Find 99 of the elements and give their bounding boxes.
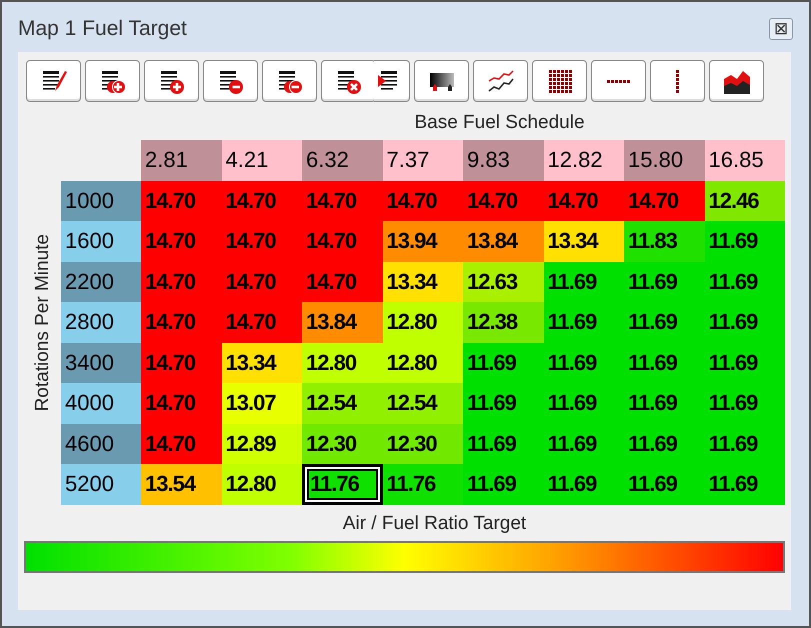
table-cell[interactable]: 14.70 (222, 221, 302, 262)
row-header: 2800 (61, 302, 141, 342)
axis-label: Air / Fuel Ratio Target (342, 512, 528, 534)
table-cell[interactable]: 11.69 (624, 424, 704, 464)
table-cell[interactable]: 11.76 (382, 464, 463, 504)
table-cell[interactable]: 11.69 (704, 424, 785, 464)
table-cell[interactable]: 11.69 (544, 262, 624, 302)
row-header: 2200 (61, 262, 141, 302)
table-cell[interactable]: 14.70 (222, 262, 302, 302)
table-cell[interactable]: 11.69 (544, 302, 624, 342)
toolbar-button[interactable] (414, 60, 469, 102)
row-header: 3400 (61, 342, 141, 383)
table-cell[interactable]: 14.70 (463, 180, 544, 221)
row-header: 1600 (61, 221, 141, 262)
dotted-column-icon (676, 70, 679, 92)
table-cell[interactable]: 14.70 (141, 302, 222, 342)
row-header: 5200 (61, 464, 141, 504)
table-cell[interactable]: 12.30 (382, 424, 463, 464)
table-cell[interactable]: 14.70 (141, 262, 222, 302)
close-button[interactable]: ⊠ (769, 18, 793, 40)
table-cell[interactable]: 14.70 (382, 180, 463, 221)
table-cell[interactable]: 12.54 (382, 383, 463, 424)
table-cell[interactable]: 11.69 (544, 342, 624, 383)
table-cell[interactable]: 13.84 (302, 302, 382, 342)
column-header: 9.83 (463, 140, 544, 180)
column-header: 4.21 (222, 140, 302, 180)
table-cell[interactable]: 11.69 (544, 383, 624, 424)
table-cell[interactable]: 14.70 (141, 180, 222, 221)
table-cell[interactable]: 11.69 (544, 464, 624, 504)
table-cell[interactable]: 12.80 (382, 302, 463, 342)
table-cell[interactable]: 11.69 (704, 383, 785, 424)
table-cell[interactable]: 14.70 (141, 383, 222, 424)
column-header: 6.32 (302, 140, 382, 180)
table-cell[interactable]: 12.54 (302, 383, 382, 424)
table-cell[interactable]: 13.84 (463, 221, 544, 262)
table-cell[interactable]: 14.70 (302, 221, 382, 262)
dotted-row-icon (607, 80, 630, 82)
table-cell[interactable]: 12.46 (704, 180, 785, 221)
toolbar-button[interactable] (262, 60, 317, 102)
toolbar-button[interactable] (26, 60, 81, 102)
table-cell[interactable]: 11.69 (624, 302, 704, 342)
table-cell[interactable]: 11.69 (624, 383, 704, 424)
table-cell[interactable]: 12.63 (463, 262, 544, 302)
column-header: 7.37 (382, 140, 463, 180)
table-cell[interactable]: 11.69 (463, 464, 544, 504)
table-cell[interactable]: 13.34 (382, 262, 463, 302)
table-cell[interactable]: 14.70 (141, 221, 222, 262)
table-cell[interactable]: 11.69 (704, 342, 785, 383)
toolbar-button[interactable] (144, 60, 199, 102)
table-cell[interactable]: 12.30 (302, 424, 382, 464)
table-cell[interactable]: 14.70 (302, 262, 382, 302)
table-cell[interactable]: 11.69 (704, 464, 785, 504)
table-cell[interactable]: 11.69 (624, 342, 704, 383)
toolbar-button[interactable] (321, 60, 376, 102)
toolbar-button[interactable] (650, 60, 705, 102)
toolbar-button[interactable] (591, 60, 646, 102)
table-cell[interactable]: 11.69 (624, 464, 704, 504)
table-cell[interactable]: 11.83 (624, 221, 704, 262)
row-header: 1000 (61, 180, 141, 221)
table-cell[interactable]: 12.80 (302, 342, 382, 383)
toolbar-button[interactable] (85, 60, 140, 102)
table-cell[interactable]: 14.70 (141, 424, 222, 464)
table-cell[interactable]: 12.38 (463, 302, 544, 342)
table-cell[interactable]: 13.94 (382, 221, 463, 262)
table-cell[interactable]: 11.69 (463, 342, 544, 383)
table-cell[interactable]: 14.70 (141, 342, 222, 383)
table-cell[interactable]: 11.69 (704, 302, 785, 342)
table-cell[interactable]: 12.89 (222, 424, 302, 464)
row-header: 4600 (61, 424, 141, 464)
table-cell[interactable]: 13.07 (222, 383, 302, 424)
table-cell[interactable]: 11.69 (704, 262, 785, 302)
table-cell[interactable]: 14.70 (222, 302, 302, 342)
toolbar-button[interactable] (374, 60, 410, 102)
toolbar-button[interactable] (203, 60, 258, 102)
table-cell[interactable]: 13.34 (544, 221, 624, 262)
table-cell[interactable]: 11.69 (463, 424, 544, 464)
table-cell[interactable]: 12.80 (382, 342, 463, 383)
table-cell[interactable]: 14.70 (544, 180, 624, 221)
window-title: Map 1 Fuel Target (18, 17, 187, 41)
table-title: Base Fuel Schedule (413, 112, 586, 134)
column-header: 16.85 (704, 140, 785, 180)
table-cell[interactable]: 11.76 (302, 464, 382, 504)
table-cell[interactable]: 11.69 (463, 383, 544, 424)
toolbar-button[interactable] (532, 60, 587, 102)
column-header: 12.82 (544, 140, 624, 180)
table-cell[interactable]: 13.34 (222, 342, 302, 383)
table-cell[interactable]: 14.70 (624, 180, 704, 221)
axis-label: Rotations Per Minute (32, 234, 54, 411)
table-cell[interactable]: 11.69 (544, 424, 624, 464)
table-cell[interactable]: 13.54 (141, 464, 222, 504)
column-header: 15.80 (624, 140, 704, 180)
toolbar-button[interactable] (709, 60, 764, 102)
table-cell[interactable]: 11.69 (704, 221, 785, 262)
table-cell[interactable]: 12.80 (222, 464, 302, 504)
table-cell[interactable]: 11.69 (624, 262, 704, 302)
table-cell[interactable]: 14.70 (302, 180, 382, 221)
table-cell[interactable]: 14.70 (222, 180, 302, 221)
column-header: 2.81 (141, 140, 222, 180)
row-header: 4000 (61, 383, 141, 424)
